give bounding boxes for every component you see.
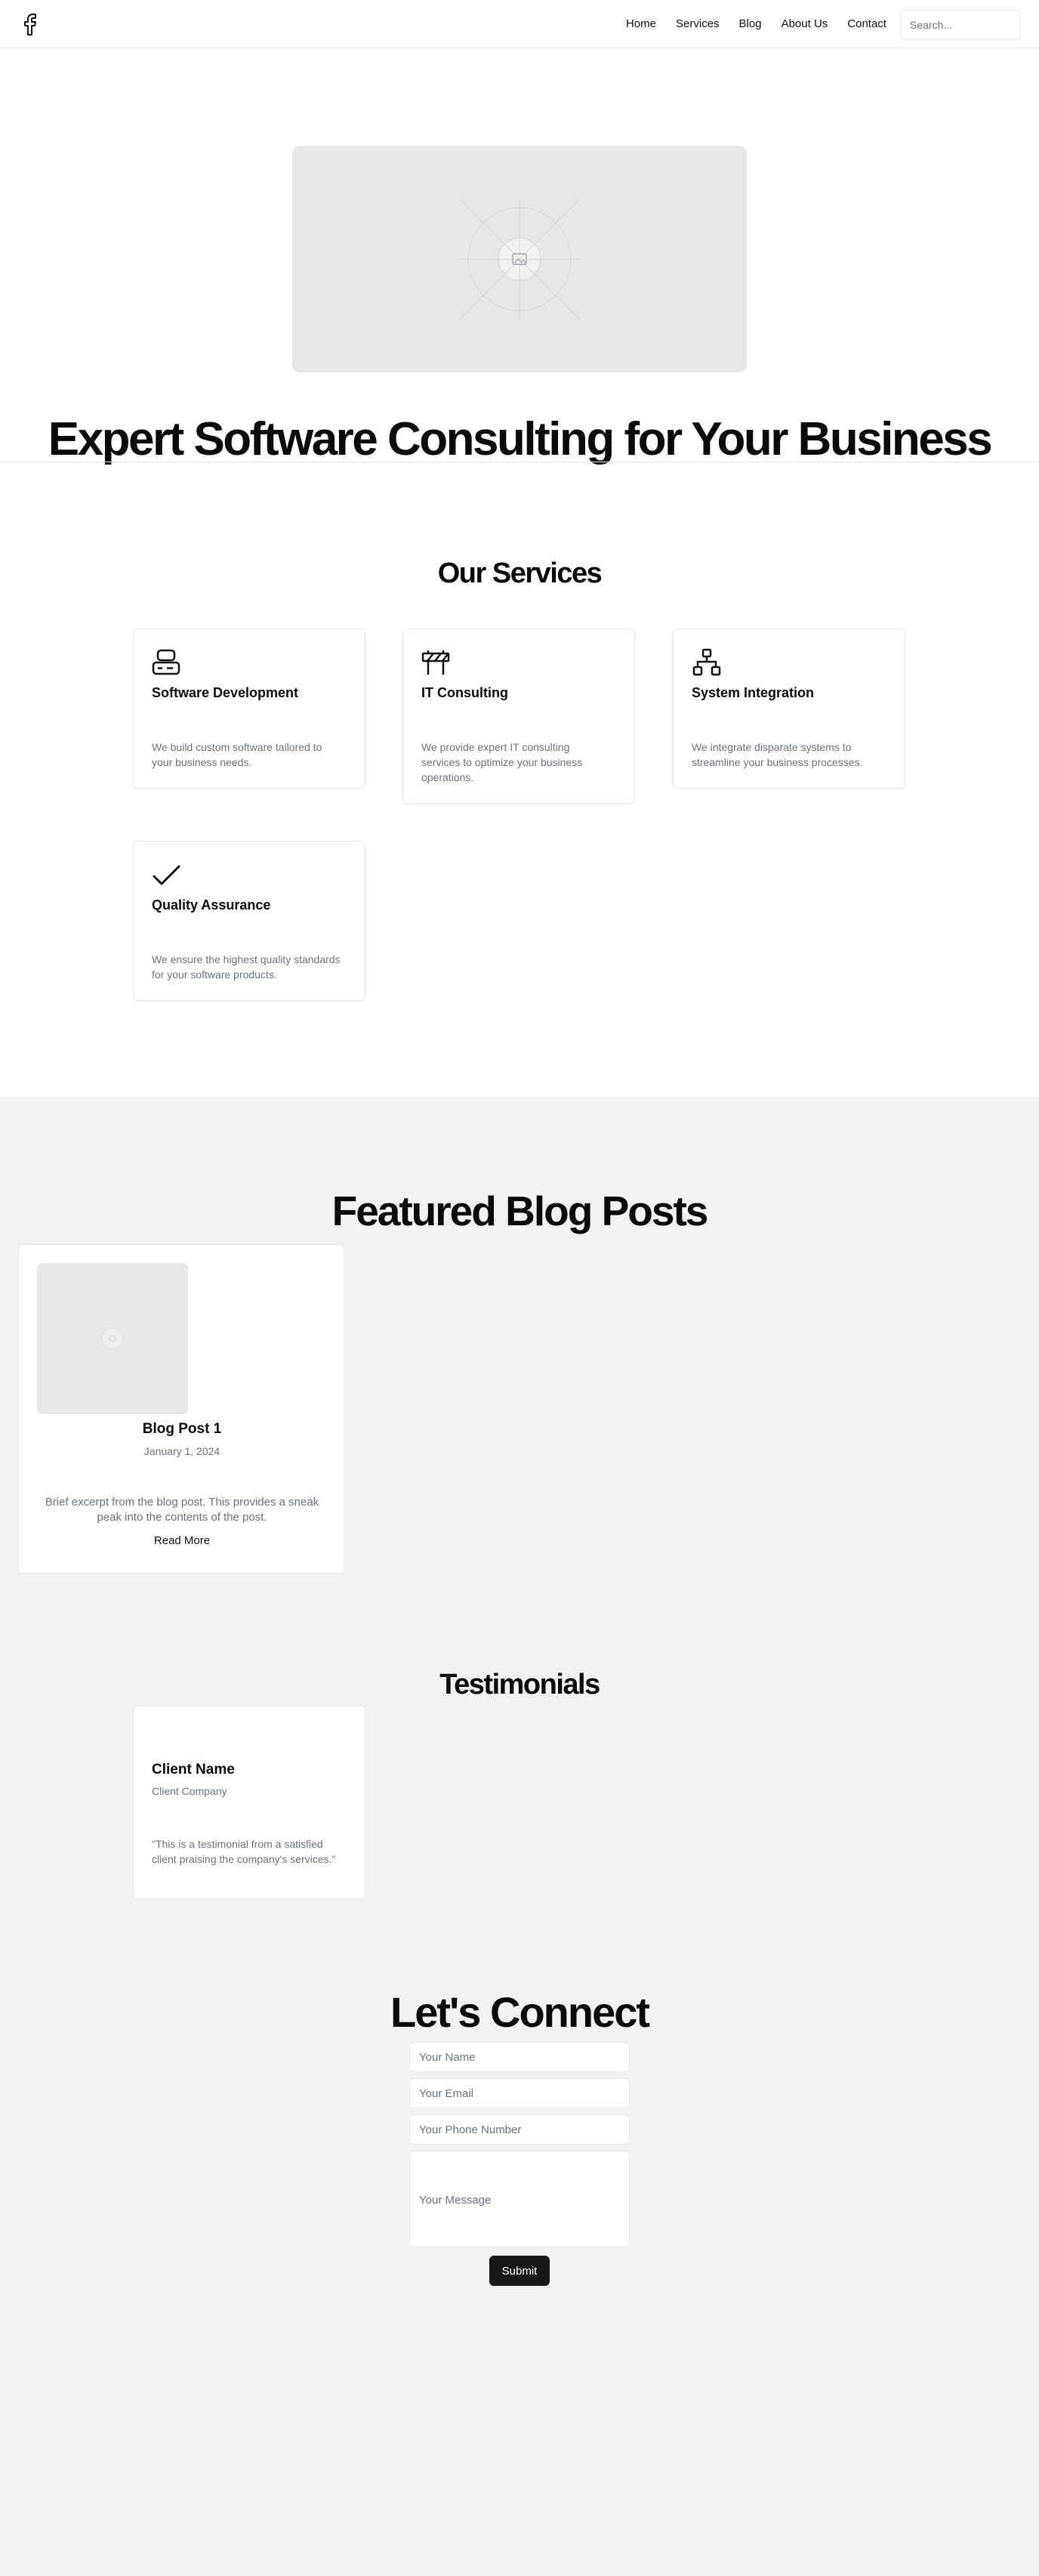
search-input[interactable] [900, 10, 1021, 40]
read-more-link[interactable]: Read More [19, 1534, 345, 1547]
check-icon [153, 865, 180, 885]
contact-title: Let's Connect [390, 1988, 650, 2036]
top-nav: Home Services Blog About Us Contact [0, 0, 1039, 48]
service-card-quality-assurance[interactable]: Quality Assurance We ensure the highest … [133, 841, 365, 1001]
service-description: We provide expert IT consulting services… [421, 741, 583, 783]
service-title: System Integration [692, 685, 815, 700]
service-card-it-consulting[interactable]: IT Consulting We provide expert IT consu… [402, 629, 635, 804]
blog-post-excerpt: Brief excerpt from the blog post. This p… [45, 1496, 319, 1524]
server-icon [152, 649, 180, 675]
blog-post-title: Blog Post 1 [142, 1421, 222, 1437]
services-title: Our Services [437, 558, 603, 589]
client-company: Client Company [152, 1785, 227, 1797]
service-description: We ensure the highest quality standards … [152, 953, 341, 981]
facebook-icon[interactable] [21, 12, 39, 36]
testimonial-text: "This is a testimonial from a satisfied … [152, 1838, 336, 1865]
nav-link-home[interactable]: Home [626, 17, 656, 30]
nav-link-contact[interactable]: Contact [847, 17, 886, 30]
network-icon [692, 648, 721, 676]
service-title: IT Consulting [421, 685, 508, 700]
blog-thumbnail [37, 1263, 188, 1414]
image-placeholder-icon [101, 1327, 124, 1350]
message-field[interactable] [409, 2151, 630, 2247]
service-card-software-development[interactable]: Software Development We build custom sof… [133, 629, 365, 789]
service-description: We integrate disparate systems to stream… [692, 741, 863, 768]
email-field[interactable] [409, 2078, 630, 2108]
nav-link-services[interactable]: Services [676, 17, 720, 30]
client-name: Client Name [152, 1762, 235, 1778]
blog-post-date: January 1, 2024 [143, 1445, 220, 1457]
nav-link-blog[interactable]: Blog [739, 17, 762, 30]
name-field[interactable] [409, 2042, 630, 2072]
hero-title: Expert Software Consulting for Your Busi… [48, 413, 993, 465]
phone-field[interactable] [409, 2114, 630, 2145]
service-title: Software Development [152, 685, 299, 700]
blog-section-title: Featured Blog Posts [331, 1188, 709, 1234]
nav-links: Home Services Blog About Us Contact [626, 17, 906, 30]
barrier-icon [421, 650, 450, 675]
service-description: We build custom software tailored to you… [152, 741, 322, 768]
submit-button[interactable]: Submit [489, 2256, 550, 2286]
blog-card: Blog Post 1 January 1, 2024 Brief excerp… [18, 1244, 344, 1574]
nav-link-about[interactable]: About Us [782, 17, 828, 30]
hero-image [292, 146, 747, 372]
service-title: Quality Assurance [152, 897, 271, 913]
testimonial-card: Client Name Client Company "This is a te… [133, 1706, 365, 1899]
service-card-system-integration[interactable]: System Integration We integrate disparat… [673, 629, 905, 789]
testimonials-title: Testimonials [439, 1669, 600, 1700]
image-placeholder-icon [458, 198, 581, 320]
